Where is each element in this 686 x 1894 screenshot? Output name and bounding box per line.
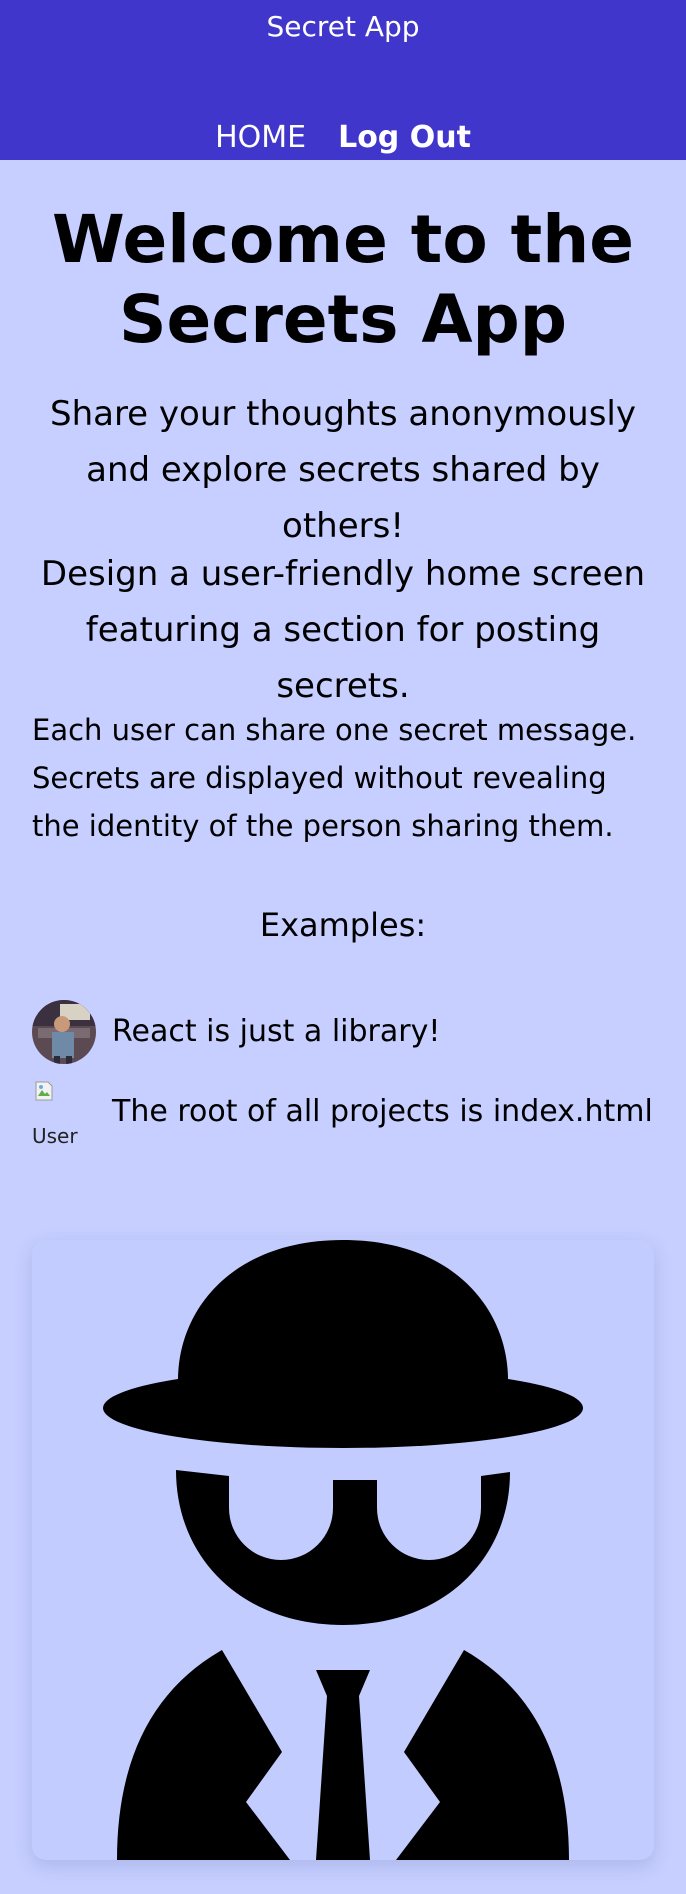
example-item: React is just a library! (32, 1000, 672, 1064)
main-nav: HOME Log Out (0, 118, 686, 158)
broken-image-icon: User (32, 1080, 96, 1144)
lead-text: Share your thoughts anonymously and expl… (49, 394, 636, 546)
home-link[interactable]: HOME (215, 118, 306, 158)
spy-icon (103, 1240, 583, 1860)
user-photo-avatar (32, 1000, 96, 1064)
app-title[interactable]: Secret App (0, 10, 686, 44)
example-secret-text: React is just a library! (112, 1014, 441, 1049)
example-item: User The root of all projects is index.h… (32, 1080, 672, 1144)
page: Secret App HOME Log Out Welcome to the S… (0, 0, 686, 1894)
example-secret-text: The root of all projects is index.html (112, 1094, 653, 1129)
top-bar: Secret App HOME Log Out (0, 0, 686, 160)
broken-image-alt-text: User (32, 1124, 78, 1144)
spy-illustration-card (32, 1240, 654, 1860)
examples-heading: Examples: (259, 906, 427, 944)
description-text: Each user can share one secret message. … (32, 713, 637, 843)
logout-link[interactable]: Log Out (338, 118, 471, 158)
page-title: Welcome to the Secrets App (52, 201, 634, 358)
secondary-lead-text: Design a user-friendly home screen featu… (40, 554, 646, 706)
